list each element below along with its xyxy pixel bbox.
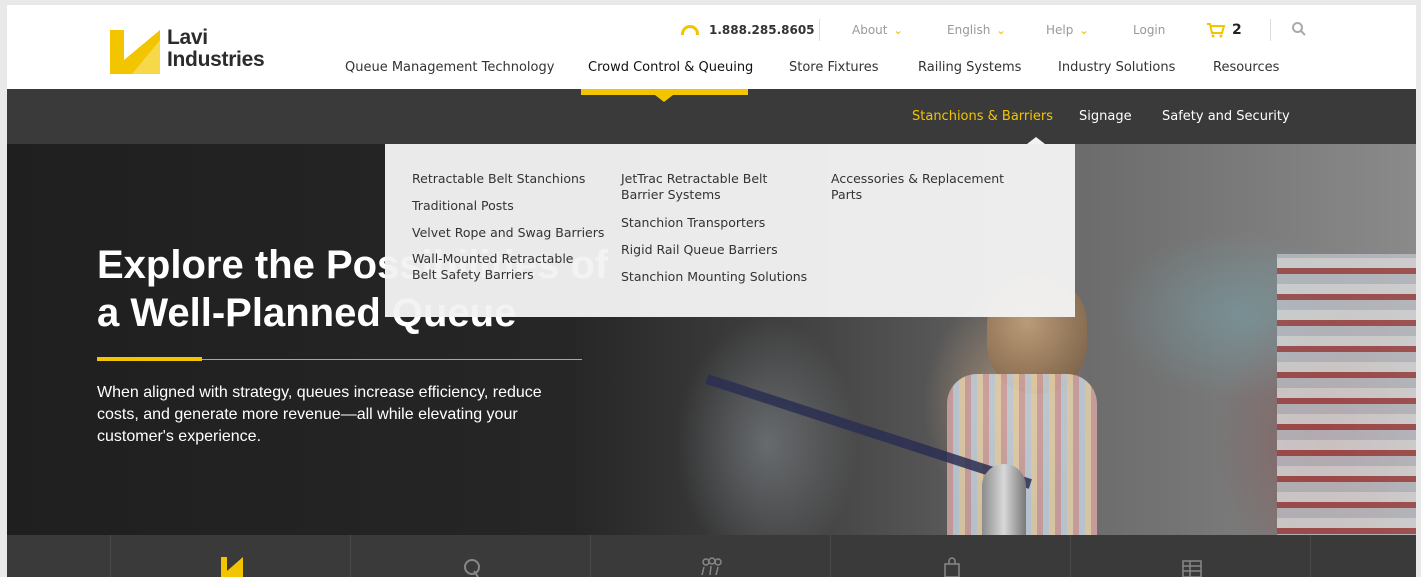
dropdown-caret <box>1027 137 1045 144</box>
phone-number: 1.888.285.8605 <box>709 23 815 37</box>
search-icon[interactable] <box>1292 22 1306 36</box>
sub-navigation: Stanchions & Barriers Signage Safety and… <box>7 89 1416 144</box>
about-menu[interactable]: About ⌄ <box>852 19 903 41</box>
about-label: About <box>852 23 888 37</box>
people-icon <box>701 557 722 576</box>
cart-count: 2 <box>1232 22 1242 38</box>
login-label: Login <box>1133 23 1166 37</box>
strip-tab-retail[interactable] <box>830 535 1070 577</box>
qless-icon <box>464 559 480 577</box>
divider <box>819 19 820 41</box>
menu-item-rigid-rail[interactable]: Rigid Rail Queue Barriers <box>621 242 811 258</box>
strip-tab-lavi[interactable] <box>110 535 350 577</box>
nav-queue-management-technology[interactable]: Queue Management Technology <box>345 60 554 80</box>
hero-divider-accent <box>97 357 202 361</box>
nav-resources[interactable]: Resources <box>1213 60 1279 80</box>
lavi-logo-mark-icon <box>110 30 160 74</box>
active-nav-arrow <box>655 95 673 102</box>
stanchions-dropdown-menu: Retractable Belt Stanchions Traditional … <box>385 144 1075 317</box>
browser-page: Lavi Industries 1.888.285.8605 About ⌄ E… <box>7 5 1416 577</box>
strip-tab-grid[interactable] <box>1070 535 1310 577</box>
logo-text: Lavi Industries <box>167 26 265 71</box>
help-menu[interactable]: Help ⌄ <box>1046 19 1089 41</box>
chevron-down-icon: ⌄ <box>996 23 1006 37</box>
hero-photo-stanchion <box>982 464 1026 535</box>
bag-icon <box>944 557 960 577</box>
strip-tab-qless[interactable] <box>350 535 590 577</box>
hero-body: When aligned with strategy, queues incre… <box>97 384 542 445</box>
cart-link[interactable]: 2 <box>1206 19 1242 41</box>
menu-item-retractable-belt-stanchions[interactable]: Retractable Belt Stanchions <box>412 171 602 187</box>
menu-item-traditional-posts[interactable]: Traditional Posts <box>412 198 602 214</box>
language-menu[interactable]: English ⌄ <box>947 19 1006 41</box>
menu-item-stanchion-transporters[interactable]: Stanchion Transporters <box>621 215 811 231</box>
menu-item-wall-mounted-barriers[interactable]: Wall-Mounted Retractable Belt Safety Bar… <box>412 251 602 283</box>
strip-tab-people[interactable] <box>590 535 830 577</box>
nav-store-fixtures[interactable]: Store Fixtures <box>789 60 879 80</box>
solutions-strip <box>7 535 1416 577</box>
logo-line2: Industries <box>167 48 265 71</box>
logo-line1: Lavi <box>167 26 208 49</box>
subnav-stanchions-barriers[interactable]: Stanchions & Barriers <box>912 109 1053 124</box>
help-label: Help <box>1046 23 1074 37</box>
menu-item-stanchion-mounting[interactable]: Stanchion Mounting Solutions <box>621 269 821 285</box>
phone-icon <box>681 25 699 35</box>
strip-divider <box>1310 535 1416 577</box>
grid-icon <box>1182 560 1202 577</box>
menu-item-velvet-rope[interactable]: Velvet Rope and Swag Barriers <box>412 225 607 241</box>
phone-link[interactable]: 1.888.285.8605 <box>681 19 815 41</box>
cart-icon <box>1207 23 1226 38</box>
chevron-down-icon: ⌄ <box>1079 23 1089 37</box>
subnav-signage[interactable]: Signage <box>1079 109 1132 124</box>
nav-crowd-control-queuing[interactable]: Crowd Control & Queuing <box>588 60 753 80</box>
divider <box>1270 19 1271 41</box>
chevron-down-icon: ⌄ <box>893 23 903 37</box>
subnav-safety-security[interactable]: Safety and Security <box>1162 109 1290 124</box>
lavi-logo-icon <box>221 557 243 577</box>
hero-photo-person <box>1277 254 1416 535</box>
lavi-logo[interactable]: Lavi Industries <box>110 27 270 77</box>
language-label: English <box>947 23 991 37</box>
menu-item-accessories-parts[interactable]: Accessories & Replacement Parts <box>831 171 1011 203</box>
nav-industry-solutions[interactable]: Industry Solutions <box>1058 60 1175 80</box>
site-header: Lavi Industries 1.888.285.8605 About ⌄ E… <box>7 5 1416 89</box>
menu-item-jettrac[interactable]: JetTrac Retractable Belt Barrier Systems <box>621 171 791 203</box>
nav-railing-systems[interactable]: Railing Systems <box>918 60 1021 80</box>
login-link[interactable]: Login <box>1133 19 1165 41</box>
